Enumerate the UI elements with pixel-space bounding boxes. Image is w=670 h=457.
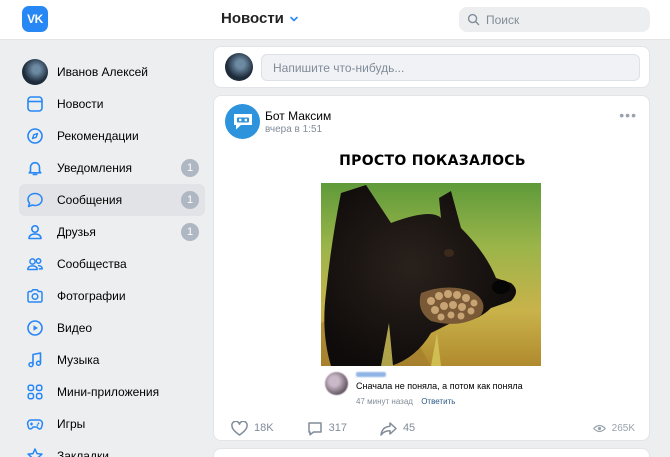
avatar[interactable] — [225, 53, 253, 81]
sidebar-item-label: Музыка — [57, 353, 100, 367]
sidebar-item-music[interactable]: Музыка — [19, 344, 205, 376]
like-count: 18K — [254, 422, 274, 434]
sidebar-item-label: Сообщения — [57, 193, 123, 207]
sidebar-item-games[interactable]: Игры — [19, 408, 205, 440]
sidebar-item-label: Друзья — [57, 225, 96, 239]
eye-icon — [592, 424, 606, 432]
sidebar-item-label: Закладки — [57, 449, 109, 457]
comment-button[interactable]: 317 — [307, 421, 347, 436]
camera-icon — [24, 285, 46, 307]
sidebar-item-notifications[interactable]: Уведомления 1 — [19, 152, 205, 184]
post-actions: 18K 317 45 265K — [231, 418, 635, 438]
like-button[interactable]: 18K — [231, 420, 274, 436]
sidebar-item-label: Игры — [57, 417, 86, 431]
post-composer: Напишите что-нибудь... — [213, 46, 650, 88]
composer-placeholder: Напишите что-нибудь... — [273, 60, 405, 75]
blurred-username — [356, 372, 386, 377]
sidebar-item-label: Рекомендации — [57, 129, 139, 143]
search-icon — [467, 13, 480, 26]
search-input[interactable]: Поиск — [459, 7, 650, 32]
share-icon — [380, 421, 397, 436]
more-options-icon[interactable]: ••• — [619, 107, 637, 123]
sidebar-item-messages[interactable]: Сообщения 1 — [19, 184, 205, 216]
sidebar-item-label: Видео — [57, 321, 93, 335]
post-author[interactable]: Бот Максим — [265, 109, 331, 123]
bell-icon — [24, 157, 46, 179]
post-time[interactable]: вчера в 1:51 — [265, 124, 322, 135]
sidebar-item-photos[interactable]: Фотографии — [19, 280, 205, 312]
share-count: 45 — [402, 422, 416, 434]
chat-bot-icon — [233, 113, 252, 129]
next-post-card — [213, 448, 650, 457]
sidebar-item-label: Сообщества — [57, 257, 127, 271]
meme-image[interactable] — [321, 183, 541, 366]
quote-reply-link: Ответить — [421, 397, 456, 406]
play-icon — [24, 317, 46, 339]
star-icon — [24, 445, 46, 457]
sidebar-item-label: Новости — [57, 97, 104, 111]
sidebar-item-communities[interactable]: Сообщества — [19, 248, 205, 280]
apps-icon — [24, 381, 46, 403]
sidebar-item-label: Мини-приложения — [57, 385, 160, 399]
view-counter: 265K — [592, 422, 635, 434]
sidebar-item-recommendations[interactable]: Рекомендации — [19, 120, 205, 152]
quote-time: 47 минут назад — [356, 397, 413, 406]
compass-icon — [24, 125, 46, 147]
friends-badge: 1 — [181, 223, 199, 241]
profile-name: Иванов Алексей — [57, 65, 148, 79]
view-count: 265K — [611, 422, 635, 434]
users-icon — [24, 253, 46, 275]
sidebar-item-bookmarks[interactable]: Закладки — [19, 440, 205, 457]
message-icon — [24, 189, 46, 211]
notification-badge: 1 — [181, 159, 199, 177]
comment-icon — [307, 421, 322, 436]
quote-text: Сначала не поняла, а потом как поняла — [356, 381, 523, 391]
news-icon — [24, 93, 46, 115]
dog-photo-illustration — [321, 183, 541, 366]
sidebar-item-label: Уведомления — [57, 161, 133, 175]
search-placeholder: Поиск — [486, 12, 520, 27]
top-header: VK Новости Поиск — [0, 0, 670, 40]
vk-logo[interactable]: VK — [22, 6, 48, 32]
meme-caption: ПРОСТО ПОКАЗАЛОСЬ — [339, 153, 526, 169]
share-button[interactable]: 45 — [380, 421, 415, 436]
quoted-comment: Сначала не поняла, а потом как поняла 47… — [322, 369, 544, 409]
composer-input[interactable]: Напишите что-нибудь... — [261, 54, 640, 81]
avatar — [22, 59, 48, 85]
gamepad-icon — [24, 413, 46, 435]
page-title: Новости — [221, 10, 284, 27]
music-icon — [24, 349, 46, 371]
message-badge: 1 — [181, 191, 199, 209]
sidebar-item-mini-apps[interactable]: Мини-приложения — [19, 376, 205, 408]
comment-count: 317 — [328, 422, 347, 434]
avatar — [325, 372, 348, 395]
quote-meta: 47 минут назад Ответить — [356, 397, 455, 406]
sidebar-item-news[interactable]: Новости — [19, 88, 205, 120]
chevron-down-icon — [290, 16, 298, 22]
feed-title-dropdown[interactable]: Новости — [221, 10, 299, 27]
bot-avatar[interactable] — [225, 104, 260, 139]
sidebar-item-profile[interactable]: Иванов Алексей — [19, 56, 205, 88]
sidebar-item-friends[interactable]: Друзья 1 — [19, 216, 205, 248]
sidebar-item-label: Фотографии — [57, 289, 126, 303]
sidebar-item-video[interactable]: Видео — [19, 312, 205, 344]
heart-icon — [231, 420, 248, 436]
left-sidebar: Иванов Алексей Новости Рекомендации Увед… — [19, 56, 205, 457]
user-icon — [24, 221, 46, 243]
feed-post: Бот Максим вчера в 1:51 ••• ПРОСТО ПОКАЗ… — [213, 95, 650, 441]
